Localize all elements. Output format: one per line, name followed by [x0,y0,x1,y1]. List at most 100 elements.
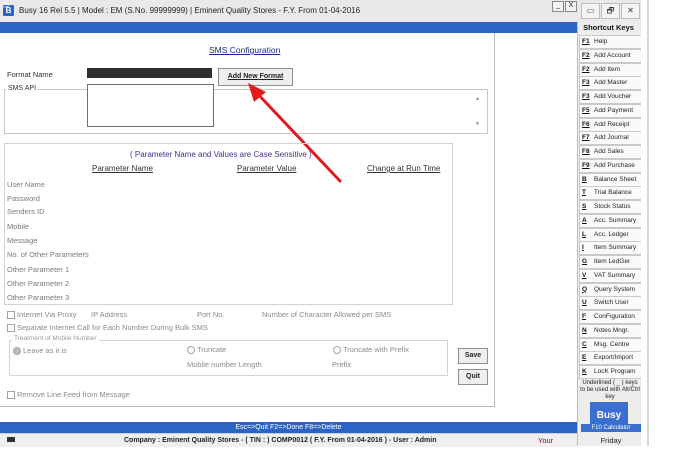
shortcut-key: S [582,203,587,210]
shortcut-label: Add Master [594,79,628,87]
shortcut-label: Query System [594,285,636,293]
shortcut-item[interactable]: F8 Add Sales [579,145,642,159]
calculator-shortcut[interactable]: F10 Calculator [581,424,641,432]
remove-line-feed-checkbox[interactable] [7,391,15,399]
your-label: Your [538,436,554,445]
truncate-radio[interactable] [187,346,195,354]
day-label: Friday [600,436,622,445]
format-name-input[interactable] [87,68,212,78]
shortcut-key: F2 [582,51,590,59]
shortcut-key: F [582,313,586,320]
shortcut-key: A [582,216,587,224]
param-row-label: Other Parameter 3 [7,293,70,302]
shortcut-item[interactable]: F3 Add Master [579,76,642,91]
shortcut-label: Export/Import [594,354,634,362]
prefix-label: Prefix [332,360,352,369]
char-limit-label: Number of Character Allowed per SMS [262,310,392,319]
shortcut-key: C [582,340,587,348]
shortcut-label: Add Receipt [594,120,630,128]
shortcut-label: Help [594,38,608,45]
shortcut-item[interactable]: F7 Add Journal [579,131,642,146]
column-change-at-run-time: Change at Run Time [367,164,441,173]
shortcut-item[interactable]: S Stock Status [579,200,642,214]
leave-as-is-label: Leave as it is [23,346,67,355]
shortcut-item[interactable]: U Switch User [579,296,642,311]
shortcut-key: G [582,258,588,265]
form-title: SMS Configuration [209,45,281,55]
separate-call-label: Separate Internet Call for Each Number D… [17,323,208,332]
shortcut-label: Msg. Centre [594,340,630,348]
shortcut-panel-title: Shortcut Keys [583,23,634,32]
shortcut-item[interactable]: I Item Summary [579,241,642,256]
shortcut-label: Add Payment [594,106,634,114]
shortcut-label: Acc. Ledger [594,230,629,238]
company-info: Company : Eminent Quality Stores - ( TIN… [124,437,437,444]
minimize-button[interactable]: ▭ [581,3,600,19]
param-row-label: Mobile [7,222,30,231]
close-button[interactable]: ✕ [621,3,640,19]
inner-window-icon: ⊃ [2,0,10,10]
shortcut-item[interactable]: F1 Help [579,35,642,49]
shortcut-item[interactable]: A Acc. Summary [579,213,642,228]
restore-button[interactable]: 🗗 [601,3,620,19]
truncate-with-prefix-radio[interactable] [333,346,341,354]
shortcut-item[interactable]: Q Query System [579,282,642,297]
shortcut-label: Balance Sheet [594,175,637,183]
format-name-dropdown[interactable] [87,84,214,127]
internet-via-proxy-label: Internet Via Proxy [17,310,77,319]
shortcut-label: Trial Balance [594,189,632,197]
shortcut-label: Add Purchase [594,161,635,169]
status-bar: Esc=>Quit F2=>Done F8=>Delete [0,422,577,433]
shortcut-item[interactable]: F ConFiguration [579,310,642,324]
shortcut-key: N [582,326,587,334]
shortcut-label: Switch User [594,299,629,307]
shortcut-item[interactable]: G Item LedGer [579,255,642,269]
leave-as-is-radio[interactable] [13,347,21,355]
param-row-label: Other Parameter 1 [7,265,70,274]
shortcut-item[interactable]: F6 Add Receipt [579,117,642,132]
shortcut-item[interactable]: L Acc. Ledger [579,227,642,242]
case-sensitive-note: ( Parameter Name and Values are Case Sen… [130,150,312,159]
save-button[interactable]: Save [458,348,488,364]
mobile-length-label: Mobile number Length [187,360,262,369]
shortcut-key: F7 [582,134,590,142]
quit-button[interactable]: Quit [458,369,488,385]
internet-via-proxy-checkbox[interactable] [7,311,15,319]
shortcut-key: I [582,244,584,252]
shortcut-key: F9 [582,161,590,169]
shortcut-item[interactable]: F2 Add Item [579,62,642,77]
port-no-label: Port No. [197,310,225,319]
shortcut-item[interactable]: K LocK Program [579,365,642,379]
shortcut-label: ConFiguration [594,313,635,320]
param-row-label: Message [7,236,38,245]
shortcut-item[interactable]: F9 Add Purchase [579,158,642,173]
shortcut-key: Q [582,285,588,293]
scroll-up-icon[interactable]: ▲ [475,96,480,102]
shortcut-item[interactable]: T Trial Balance [579,186,642,201]
remove-line-feed-label: Remove Line Feed from Message [17,390,130,399]
shortcut-item[interactable]: F3 Add Voucher [579,90,642,104]
shortcut-label: Stock Status [594,203,631,210]
param-row-label: Senders ID [7,207,45,216]
shortcut-item[interactable]: E Export/Import [579,351,642,366]
shortcut-item[interactable]: C Msg. Centre [579,337,642,352]
shortcut-label: LocK Program [594,368,636,375]
separate-call-checkbox[interactable] [7,324,15,332]
shortcut-item[interactable]: F2 Add Account [579,48,642,63]
shortcut-item[interactable]: V VAT Summary [579,268,642,283]
shortcut-label: Item Summary [594,244,637,252]
inner-close-button[interactable]: X [565,1,577,12]
shortcut-item[interactable]: B Balance Sheet [579,172,642,187]
format-name-label: Format Name [7,70,53,79]
shortcut-key: F2 [582,65,590,73]
column-parameter-name: Parameter Name [92,164,153,173]
truncate-with-prefix-label: Truncate with Prefix [343,345,409,354]
shortcut-item[interactable]: F5 Add Payment [579,103,642,118]
shortcut-key: F5 [582,106,590,114]
scroll-down-icon[interactable]: ▼ [475,121,480,127]
shortcut-label: Add Item [594,65,621,73]
shortcut-item[interactable]: N Notes Mngr. [579,323,642,338]
inner-minimize-button[interactable]: _ [552,1,564,12]
inner-window-bar [0,22,577,33]
shortcut-key: F3 [582,79,590,87]
